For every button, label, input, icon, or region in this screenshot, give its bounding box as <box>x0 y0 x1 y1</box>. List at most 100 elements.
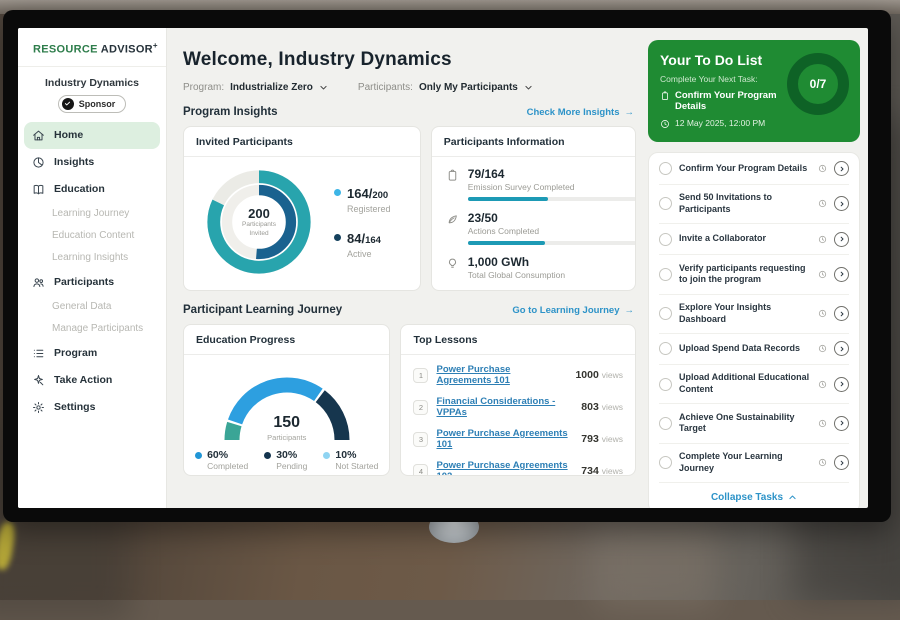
task-checkbox[interactable] <box>659 268 672 281</box>
task-label: Invite a Collaborator <box>679 233 811 245</box>
lesson-rank: 3 <box>413 432 428 447</box>
task-checkbox[interactable] <box>659 307 672 320</box>
info-progress-bar <box>468 241 636 245</box>
task-row[interactable]: Complete Your Learning Journey <box>659 444 849 483</box>
todo-next-task: Confirm Your Program Details <box>675 90 788 113</box>
gauge-legend-item: 30%Pending <box>264 449 307 471</box>
clock-icon <box>818 458 827 467</box>
task-label: Explore Your Insights Dashboard <box>679 302 811 325</box>
sidebar-item-education-content[interactable]: Education Content <box>24 225 160 247</box>
task-checkbox[interactable] <box>659 233 672 246</box>
legend-numerator: 164/ <box>347 186 372 201</box>
link-label: Check More Insights <box>527 107 620 118</box>
arrow-right-icon: → <box>625 305 635 316</box>
sidebar-item-learning-insights[interactable]: Learning Insights <box>24 247 160 269</box>
lesson-title-link[interactable]: Financial Considerations - VPPAs <box>436 396 573 418</box>
gauge-center-label: Participants <box>267 433 306 442</box>
task-row[interactable]: Send 50 Invitations to Participants <box>659 185 849 224</box>
collapse-tasks-link[interactable]: Collapse Tasks <box>659 483 849 508</box>
task-open-button[interactable] <box>834 416 849 431</box>
task-open-button[interactable] <box>834 341 849 356</box>
sidebar-item-settings[interactable]: Settings <box>24 394 160 421</box>
task-checkbox[interactable] <box>659 162 672 175</box>
legend-label: Registered <box>347 204 391 214</box>
education-gauge-legend: 60%Completed30%Pending10%Not Started <box>195 449 378 471</box>
legend-text: 164/200 Registered <box>347 185 391 214</box>
todo-tasks-card: Confirm Your Program DetailsSend 50 Invi… <box>648 152 860 508</box>
main-content: Welcome, Industry Dynamics Program: Indu… <box>167 28 646 508</box>
sidebar-item-label: Home <box>54 129 83 141</box>
lesson-row: 1Power Purchase Agreements 1011000 views <box>413 359 623 391</box>
task-row[interactable]: Explore Your Insights Dashboard <box>659 295 849 334</box>
task-row[interactable]: Upload Spend Data Records <box>659 334 849 365</box>
legend-dot <box>334 234 341 241</box>
sidebar-item-program[interactable]: Program <box>24 340 160 367</box>
gauge-legend-item: 10%Not Started <box>323 449 378 471</box>
task-checkbox[interactable] <box>659 378 672 391</box>
task-open-button[interactable] <box>834 267 849 282</box>
lesson-title-link[interactable]: Power Purchase Agreements 101 <box>436 364 567 386</box>
section-title: Program Insights <box>183 106 278 118</box>
sidebar-item-take-action[interactable]: Take Action <box>24 367 160 394</box>
legend-label: Active <box>347 249 381 259</box>
task-row[interactable]: Invite a Collaborator <box>659 224 849 255</box>
legend-dot <box>195 452 202 459</box>
take-action-icon <box>32 374 45 387</box>
logo-primary: RESOURCE <box>33 44 98 56</box>
sidebar-item-participants[interactable]: Participants <box>24 269 160 296</box>
info-stat-value: 23/50 <box>468 211 636 225</box>
sidebar-item-label: Learning Insights <box>52 252 128 263</box>
task-open-button[interactable] <box>834 161 849 176</box>
sidebar-item-label: Take Action <box>54 374 112 386</box>
info-progress-fill <box>468 241 545 245</box>
sponsor-badge[interactable]: Sponsor <box>58 95 127 113</box>
legend-percent: 10% <box>335 449 378 461</box>
lesson-title-link[interactable]: Power Purchase Agreements 102 <box>436 460 573 476</box>
learning-journey-section-header: Participant Learning Journey Go to Learn… <box>183 304 634 316</box>
sidebar-item-education[interactable]: Education <box>24 176 160 203</box>
legend-text: 10%Not Started <box>335 449 378 471</box>
task-row[interactable]: Upload Additional Educational Content <box>659 365 849 404</box>
task-checkbox[interactable] <box>659 342 672 355</box>
survey-icon <box>446 169 459 182</box>
info-stat-row: 23/50Actions Completed <box>446 211 621 245</box>
legend-numerator: 84/ <box>347 231 365 246</box>
clock-icon <box>818 164 827 173</box>
sidebar-item-general-data[interactable]: General Data <box>24 296 160 318</box>
task-checkbox[interactable] <box>659 417 672 430</box>
program-icon <box>32 347 45 360</box>
sidebar-item-insights[interactable]: Insights <box>24 149 160 176</box>
lesson-views: 734 views <box>581 465 623 476</box>
sidebar-item-home[interactable]: Home <box>24 122 160 149</box>
donut-legend-item: 164/200 Registered <box>334 185 391 214</box>
right-panel: Your To Do List Complete Your Next Task:… <box>646 28 868 508</box>
lesson-row: 2Financial Considerations - VPPAs803 vie… <box>413 391 623 423</box>
check-more-insights-link[interactable]: Check More Insights → <box>527 107 634 118</box>
task-checkbox[interactable] <box>659 197 672 210</box>
info-stat-label: Total Global Consumption <box>468 270 565 280</box>
task-row[interactable]: Confirm Your Program Details <box>659 154 849 185</box>
task-open-button[interactable] <box>834 455 849 470</box>
invited-participants-card: Invited Participants 200 Participants In… <box>183 126 421 291</box>
sidebar-item-learning-journey[interactable]: Learning Journey <box>24 203 160 225</box>
task-open-button[interactable] <box>834 377 849 392</box>
legend-denominator: 164 <box>365 235 381 246</box>
task-open-button[interactable] <box>834 306 849 321</box>
task-open-button[interactable] <box>834 232 849 247</box>
participants-filter-dropdown[interactable]: Participants: Only My Participants <box>358 82 533 93</box>
task-row[interactable]: Achieve One Sustainability Target <box>659 404 849 443</box>
task-row[interactable]: Verify participants requesting to join t… <box>659 255 849 294</box>
actions-icon <box>446 213 459 226</box>
lesson-title-link[interactable]: Power Purchase Agreements 101 <box>436 428 573 450</box>
logo-secondary: ADVISOR <box>101 44 153 56</box>
program-filter-dropdown[interactable]: Program: Industrialize Zero <box>183 82 328 93</box>
task-open-button[interactable] <box>834 196 849 211</box>
sidebar-item-manage-participants[interactable]: Manage Participants <box>24 318 160 340</box>
go-to-learning-journey-link[interactable]: Go to Learning Journey → <box>512 305 634 316</box>
lesson-rank: 4 <box>413 464 428 477</box>
dashboard-screen: RESOURCE ADVISOR+ Industry Dynamics Spon… <box>18 28 868 508</box>
task-checkbox[interactable] <box>659 456 672 469</box>
org-name: Industry Dynamics <box>22 77 162 89</box>
program-insights-section-header: Program Insights Check More Insights → <box>183 106 634 118</box>
legend-denominator: 200 <box>372 190 388 201</box>
